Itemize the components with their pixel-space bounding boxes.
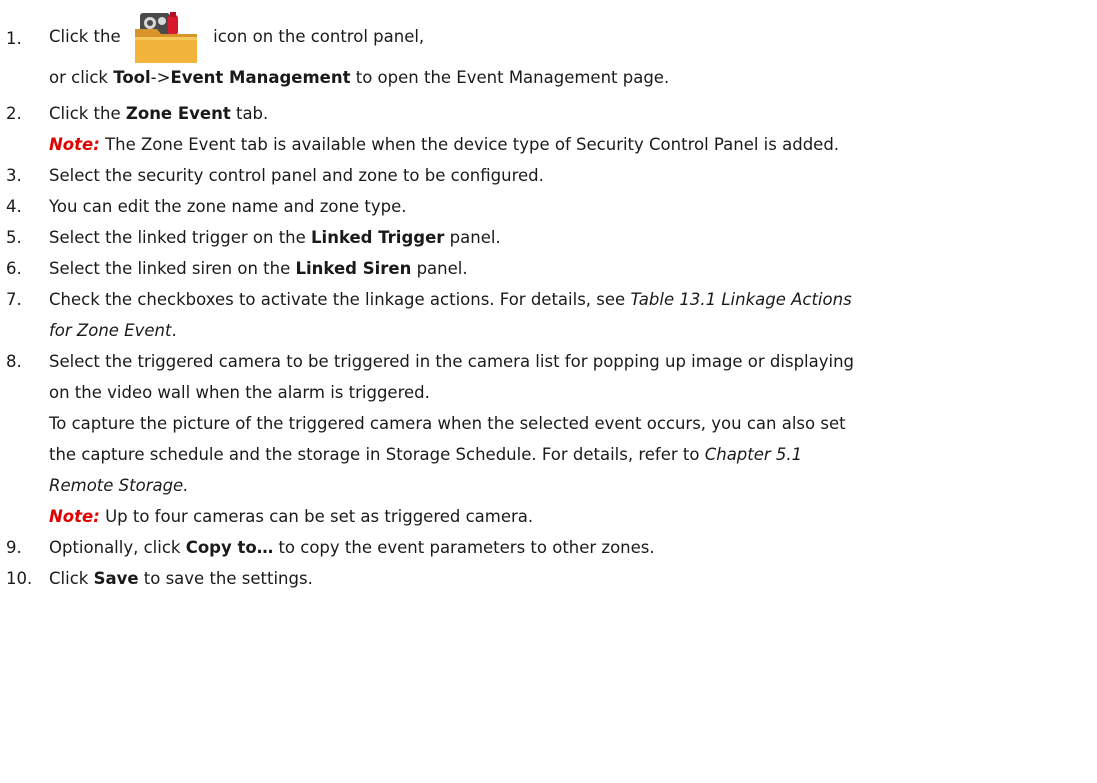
step-number: 3. [6, 166, 22, 185]
step-number: 2. [6, 104, 22, 123]
step-text: Select the triggered camera to be trigge… [49, 346, 1091, 532]
step-text: Click Save to save the settings. [49, 563, 1091, 594]
step-2-post: tab. [230, 104, 269, 123]
step-2-pre: Click the [49, 104, 126, 123]
note-text: Up to four cameras can be set as trigger… [99, 507, 534, 526]
step-number: 10. [6, 569, 33, 588]
step-number: 7. [6, 290, 22, 309]
linked-trigger-label: Linked Trigger [311, 228, 445, 247]
tool-menu-label: Tool [113, 68, 151, 87]
step-5-post: panel. [444, 228, 501, 247]
copy-to-label: Copy to… [185, 538, 274, 557]
table-reference-part1: Table 13.1 Linkage Actions [630, 290, 852, 309]
step-8-line3: To capture the picture of the triggered … [49, 414, 846, 433]
step-6-pre: Select the linked siren on the [49, 259, 296, 278]
table-reference-part2: for Zone Event [49, 321, 172, 340]
step-1-line2-post: to open the Event Management page. [350, 68, 670, 87]
step-9-pre: Optionally, click [49, 538, 186, 557]
step-8-line1: Select the triggered camera to be trigge… [49, 352, 855, 371]
step-6-post: panel. [411, 259, 468, 278]
step-text: Click the Zone Event tab. Note: The Zone… [49, 98, 1091, 160]
step-text: Select the security control panel and zo… [49, 166, 544, 185]
step-text: You can edit the zone name and zone type… [49, 197, 407, 216]
menu-arrow: -> [150, 68, 171, 87]
step-number: 1. [6, 29, 22, 48]
step-10-pre: Click [49, 569, 94, 588]
chapter-reference-part2: Remote Storage. [49, 476, 189, 495]
step-number: 5. [6, 228, 22, 247]
step-text: Optionally, click Copy to… to copy the e… [49, 532, 1091, 563]
step-text: Select the linked siren on the Linked Si… [49, 253, 1091, 284]
step-number: 6. [6, 259, 22, 278]
linked-siren-label: Linked Siren [295, 259, 412, 278]
zone-event-tab-label: Zone Event [125, 104, 231, 123]
step-7-post: . [171, 321, 177, 340]
document-page: 1. Click the icon on the control panel, … [0, 0, 1097, 783]
step-8-line4: the capture schedule and the storage in … [49, 445, 705, 464]
step-number: 4. [6, 197, 22, 216]
step-5-pre: Select the linked trigger on the [49, 228, 312, 247]
note-text: The Zone Event tab is available when the… [99, 135, 840, 154]
step-1-post-text: icon on the control panel, [213, 27, 425, 46]
note-label: Note: [49, 135, 100, 154]
step-7-pre: Check the checkboxes to activate the lin… [49, 290, 631, 309]
step-1-line2-pre: or click [49, 68, 114, 87]
chapter-reference-part1: Chapter 5.1 [704, 445, 803, 464]
step-1-pre-text: Click the [49, 27, 121, 46]
step-text: Select the linked trigger on the Linked … [49, 222, 1091, 253]
save-label: Save [93, 569, 139, 588]
step-10-post: to save the settings. [138, 569, 313, 588]
step-9-post: to copy the event parameters to other zo… [273, 538, 655, 557]
note-label: Note: [49, 507, 100, 526]
event-management-folder-icon [132, 11, 202, 65]
step-number: 8. [6, 352, 22, 371]
step-text: Click the icon on the control panel, or … [49, 10, 1091, 93]
event-management-menu-label: Event Management [170, 68, 351, 87]
step-text: Check the checkboxes to activate the lin… [49, 284, 1091, 346]
step-number: 9. [6, 538, 22, 557]
step-8-line2: on the video wall when the alarm is trig… [49, 383, 430, 402]
